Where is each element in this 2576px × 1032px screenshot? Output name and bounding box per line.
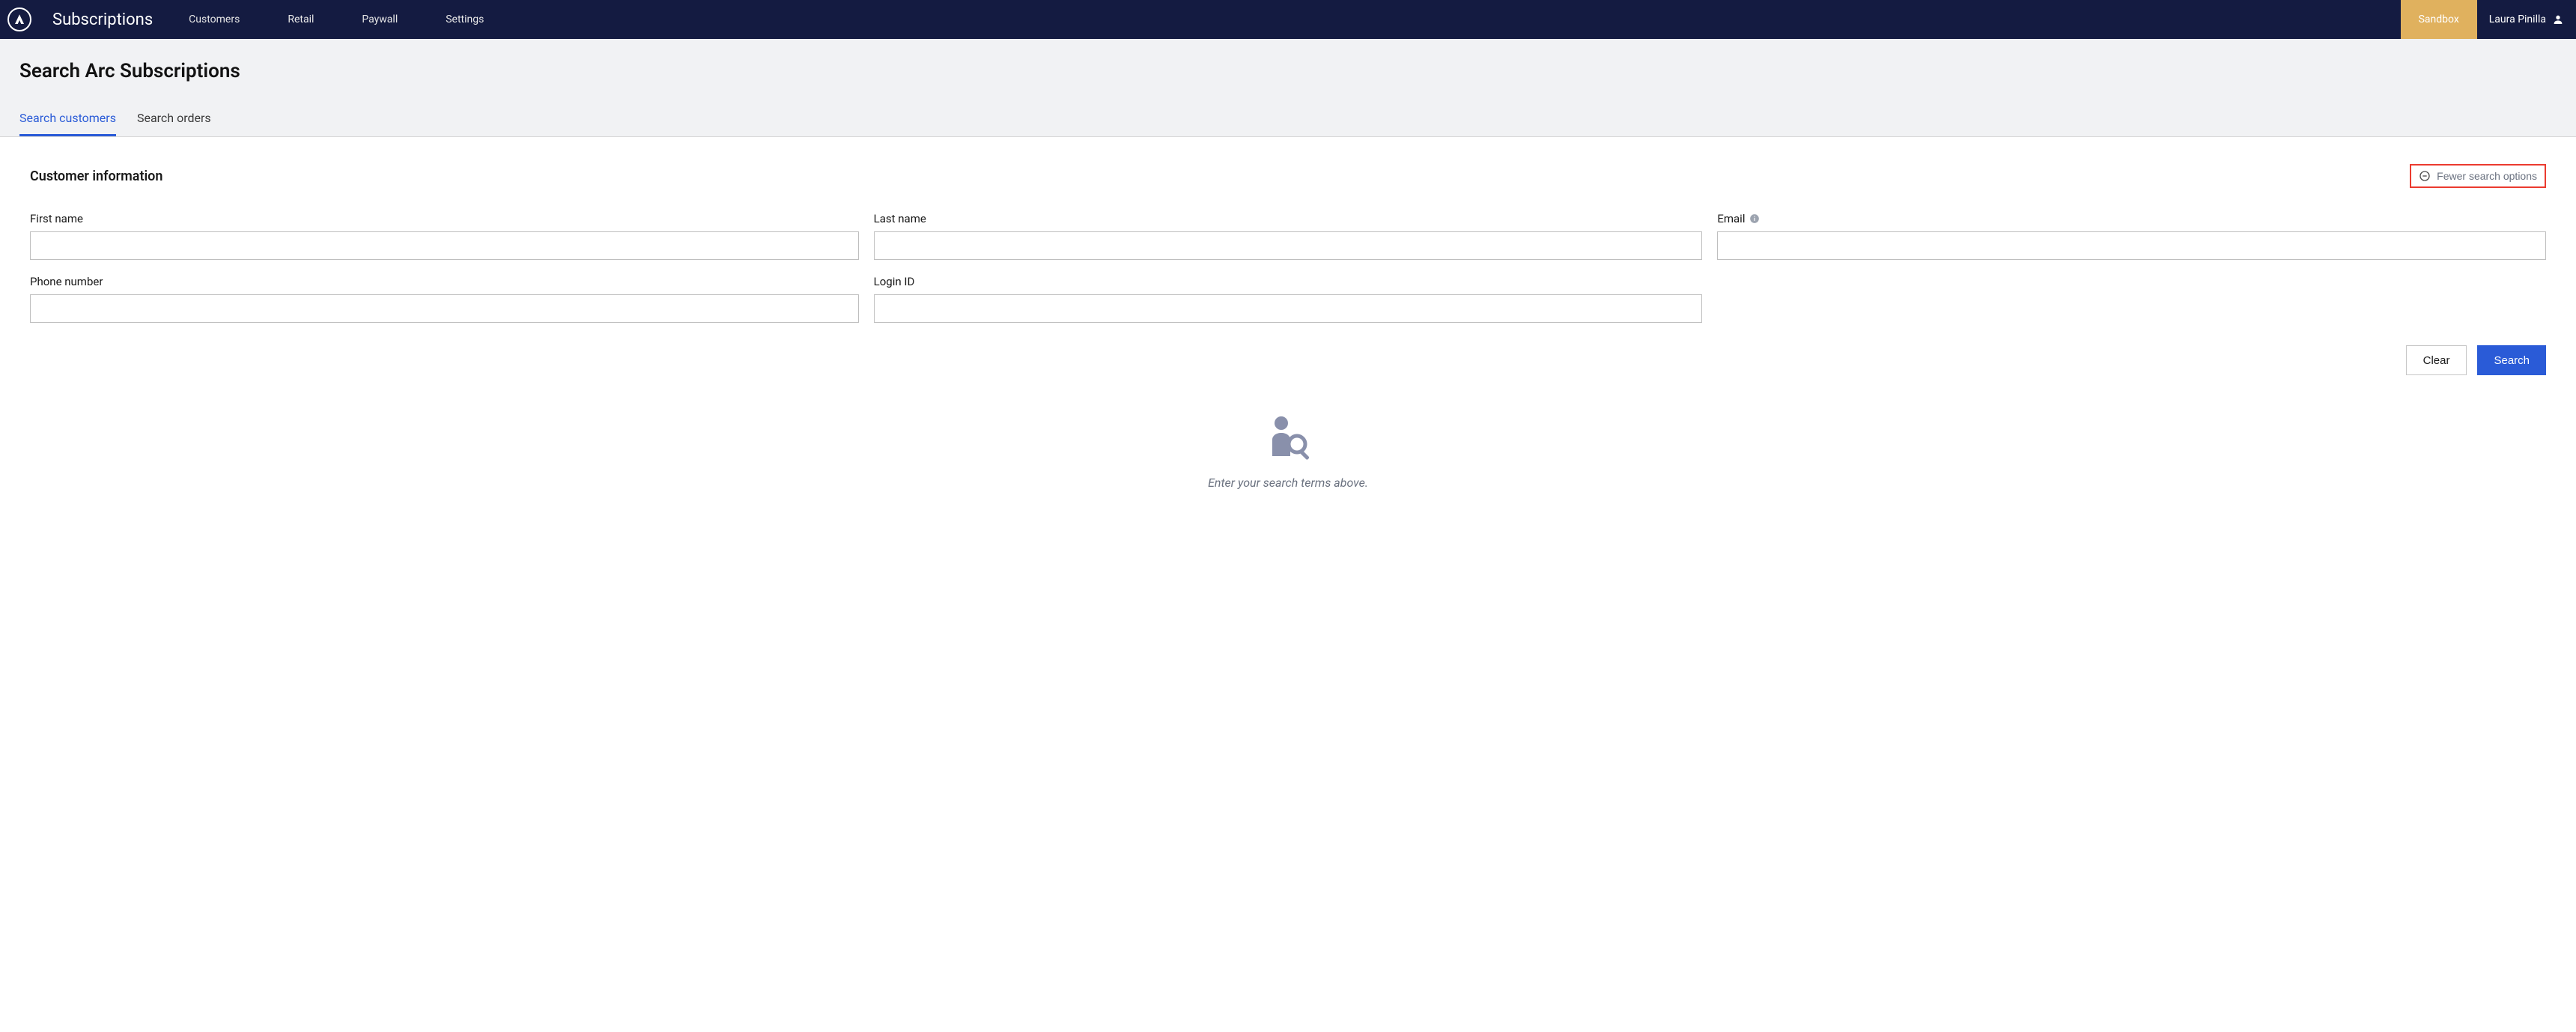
first-name-input[interactable] [30, 231, 859, 260]
last-name-input[interactable] [874, 231, 1703, 260]
empty-state: Enter your search terms above. [30, 405, 2546, 520]
brand-logo[interactable] [7, 7, 31, 31]
user-icon [2552, 13, 2564, 25]
app-title: Subscriptions [52, 10, 153, 29]
section-header-row: Customer information Fewer search option… [30, 164, 2546, 188]
phone-input[interactable] [30, 294, 859, 323]
nav-settings[interactable]: Settings [446, 13, 484, 25]
field-email: Email [1717, 212, 2546, 260]
label-login-id: Login ID [874, 275, 1703, 288]
tabs: Search customers Search orders [19, 111, 2557, 136]
section-title: Customer information [30, 169, 162, 184]
login-id-input[interactable] [874, 294, 1703, 323]
search-button[interactable]: Search [2477, 345, 2546, 375]
fewer-search-options-toggle[interactable]: Fewer search options [2410, 164, 2546, 188]
label-email: Email [1717, 212, 2546, 225]
field-first-name: First name [30, 212, 859, 260]
top-nav: Subscriptions Customers Retail Paywall S… [0, 0, 2576, 39]
fewer-search-options-label: Fewer search options [2437, 170, 2537, 182]
environment-badge[interactable]: Sandbox [2401, 0, 2477, 39]
email-input[interactable] [1717, 231, 2546, 260]
page-header: Search Arc Subscriptions Search customer… [0, 39, 2576, 137]
nav-links: Customers Retail Paywall Settings [189, 13, 484, 25]
label-email-text: Email [1717, 212, 1745, 225]
field-login-id: Login ID [874, 275, 1703, 323]
tab-search-customers[interactable]: Search customers [19, 111, 116, 136]
field-phone: Phone number [30, 275, 859, 323]
label-last-name: Last name [874, 212, 1703, 225]
label-phone: Phone number [30, 275, 859, 288]
label-first-name: First name [30, 212, 859, 225]
nav-right: Sandbox Laura Pinilla [2401, 0, 2576, 39]
tab-search-orders[interactable]: Search orders [137, 111, 211, 136]
nav-retail[interactable]: Retail [288, 13, 314, 25]
page-title: Search Arc Subscriptions [19, 60, 2557, 82]
person-search-icon [1264, 413, 1312, 461]
clear-button[interactable]: Clear [2406, 345, 2467, 375]
nav-paywall[interactable]: Paywall [362, 13, 398, 25]
info-icon[interactable] [1749, 213, 1760, 224]
content: Customer information Fewer search option… [0, 137, 2576, 547]
user-menu[interactable]: Laura Pinilla [2477, 0, 2576, 39]
nav-customers[interactable]: Customers [189, 13, 240, 25]
field-last-name: Last name [874, 212, 1703, 260]
search-form: First name Last name Email Phone number … [30, 212, 2546, 323]
arc-logo-icon [13, 13, 26, 26]
form-actions: Clear Search [30, 345, 2546, 375]
empty-state-message: Enter your search terms above. [1208, 476, 1368, 490]
minus-circle-icon [2419, 170, 2431, 182]
user-name-label: Laura Pinilla [2489, 13, 2546, 25]
